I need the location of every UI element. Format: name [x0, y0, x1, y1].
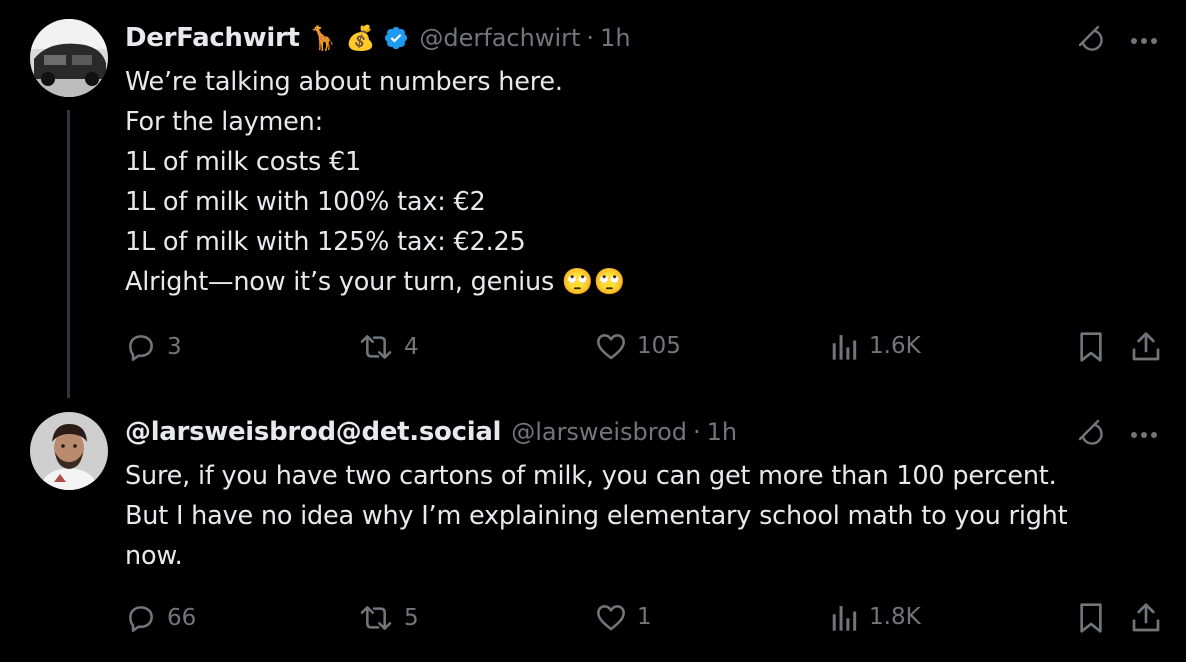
tweet-text: Sure, if you have two cartons of milk, y…: [125, 456, 1068, 576]
repost-button[interactable]: 4: [358, 331, 419, 363]
view-count: 1.6K: [869, 333, 921, 359]
avatar-derfachwirt[interactable]: [30, 19, 108, 97]
like-icon: [597, 334, 625, 360]
handle[interactable]: @derfachwirt: [419, 24, 580, 52]
view-count: 1.8K: [869, 604, 921, 630]
text-line: But I have no idea why I’m explaining el…: [125, 501, 1068, 531]
reply-button[interactable]: 3: [125, 331, 182, 363]
display-name[interactable]: @larsweisbrod@det.social: [125, 417, 501, 447]
avatar-larsweisbrod[interactable]: [30, 412, 108, 490]
separator-dot: ·: [693, 418, 701, 446]
text-line: 1L of milk with 100% tax: €2: [125, 187, 486, 217]
bookmark-icon[interactable]: [1077, 331, 1105, 367]
like-count: 1: [637, 604, 652, 630]
views-button[interactable]: 1.6K: [831, 331, 921, 361]
text-line: 1L of milk with 125% tax: €2.25: [125, 227, 526, 257]
top-actions: [1074, 415, 1158, 451]
top-actions: [1074, 21, 1158, 57]
views-icon: [832, 606, 857, 631]
grok-icon[interactable]: [1074, 22, 1104, 56]
repost-count: 5: [404, 605, 419, 631]
text-line: For the laymen:: [125, 107, 323, 137]
reply-icon: [129, 606, 153, 632]
more-icon[interactable]: [1130, 424, 1158, 443]
like-count: 105: [637, 333, 681, 359]
like-icon: [597, 605, 625, 631]
repost-button[interactable]: 5: [358, 602, 419, 634]
right-actions: [1077, 331, 1161, 367]
like-button[interactable]: 105: [595, 331, 681, 361]
reply-count: 3: [167, 334, 182, 360]
repost-count: 4: [404, 334, 419, 360]
giraffe-emoji: 🦒: [307, 24, 338, 52]
action-bar: 3 4 105 1.6K: [125, 327, 1161, 367]
repost-icon: [360, 335, 392, 359]
tweet-header: @larsweisbrod@det.social @larsweisbrod ·…: [125, 414, 737, 450]
more-icon[interactable]: [1130, 30, 1158, 49]
tweet-1[interactable]: DerFachwirt 🦒 💰 @derfachwirt · 1h We’re …: [0, 0, 1186, 400]
reply-icon: [129, 335, 153, 361]
text-line: Sure, if you have two cartons of milk, y…: [125, 461, 1057, 491]
thread-line: [67, 110, 70, 398]
verified-badge-icon[interactable]: [383, 25, 409, 51]
text-line: now.: [125, 541, 183, 571]
bookmark-icon[interactable]: [1077, 602, 1105, 638]
tweet-2[interactable]: @larsweisbrod@det.social @larsweisbrod ·…: [0, 400, 1186, 662]
display-name[interactable]: DerFachwirt: [125, 23, 300, 53]
share-icon[interactable]: [1131, 602, 1161, 638]
like-button[interactable]: 1: [595, 602, 652, 632]
repost-icon: [360, 606, 392, 630]
text-line: We’re talking about numbers here.: [125, 67, 563, 97]
views-button[interactable]: 1.8K: [831, 602, 921, 632]
right-actions: [1077, 602, 1161, 638]
timestamp[interactable]: 1h: [600, 24, 630, 52]
tweet-text: We’re talking about numbers here. For th…: [125, 62, 625, 302]
tweet-header: DerFachwirt 🦒 💰 @derfachwirt · 1h: [125, 20, 631, 56]
separator-dot: ·: [586, 24, 595, 52]
text-line: Alright—now it’s your turn, genius 🙄🙄: [125, 267, 626, 297]
share-icon[interactable]: [1131, 331, 1161, 367]
action-bar: 66 5 1 1.8K: [125, 602, 1161, 642]
grok-icon[interactable]: [1074, 416, 1104, 450]
views-icon: [832, 335, 857, 360]
text-line: 1L of milk costs €1: [125, 147, 362, 177]
timestamp[interactable]: 1h: [707, 418, 737, 446]
money-bag-emoji: 💰: [345, 24, 376, 52]
reply-count: 66: [167, 605, 197, 631]
handle[interactable]: @larsweisbrod: [511, 418, 687, 446]
reply-button[interactable]: 66: [125, 602, 196, 634]
